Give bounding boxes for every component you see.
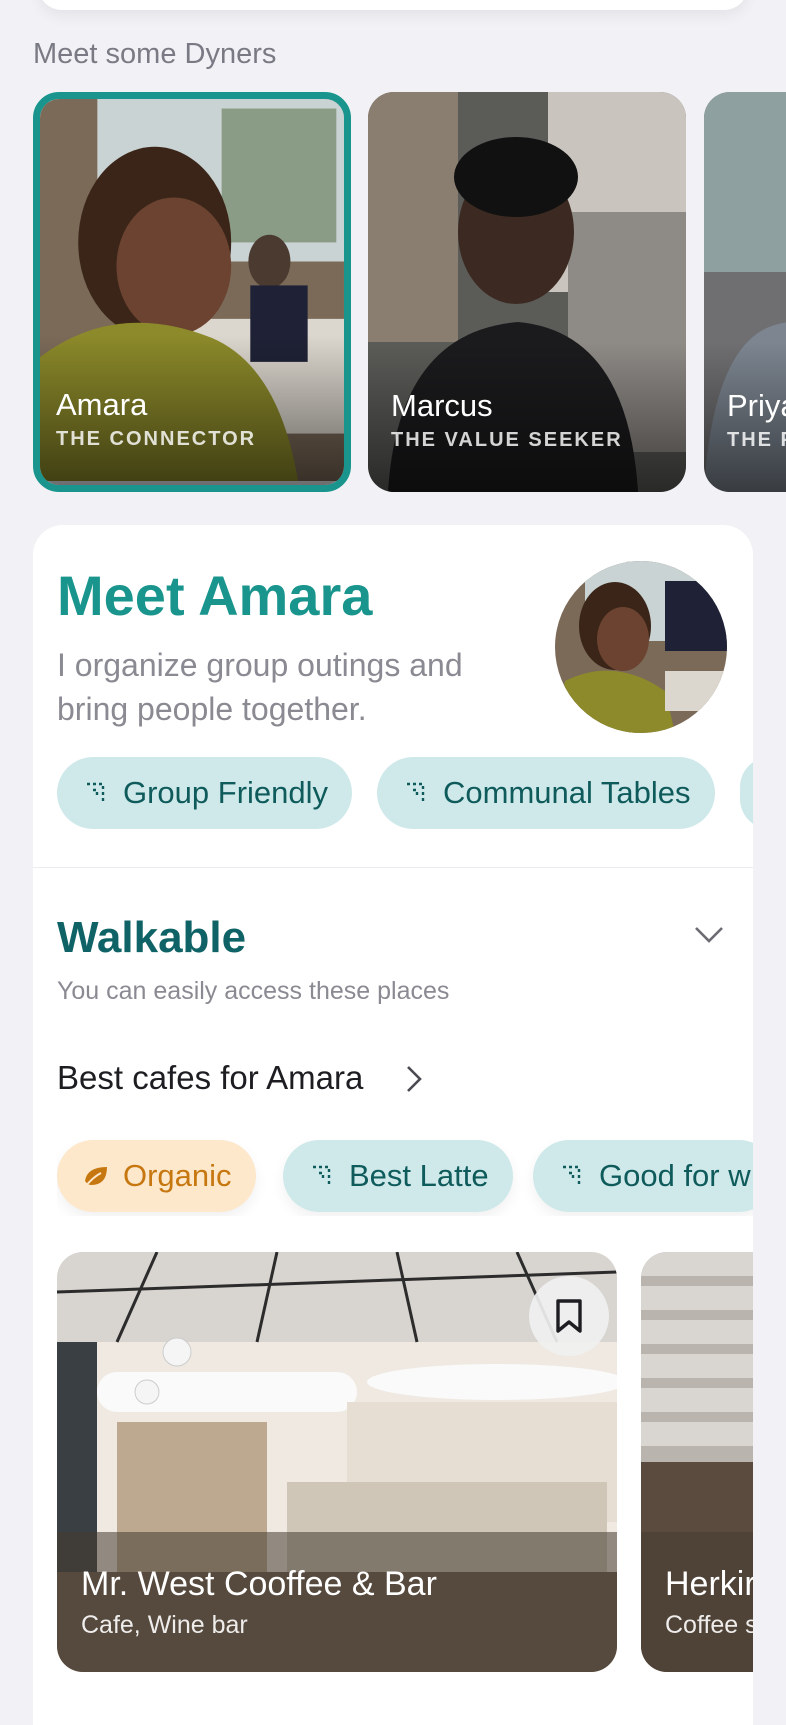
filter-chip-organic[interactable]: Organic	[57, 1140, 256, 1212]
bookmark-icon	[556, 1299, 582, 1333]
filter-label: Organic	[123, 1158, 232, 1193]
filter-chip-good-for[interactable]: Good for w	[533, 1140, 753, 1212]
avatar-photo	[555, 561, 727, 733]
best-cafes-link[interactable]: Best cafes for Amara	[57, 1059, 363, 1097]
avatar	[555, 561, 727, 733]
persona-detail-card: Meet Amara I organize group outings and …	[33, 525, 753, 1725]
tag-icon	[313, 1165, 331, 1185]
tag-icon	[407, 782, 425, 802]
section-title: Walkable	[57, 913, 247, 962]
persona-card-amara[interactable]: Amara THE CONNECTOR	[33, 92, 351, 492]
persona-description: I organize group outings and bring peopl…	[57, 647, 463, 727]
chevron-right-icon[interactable]	[403, 1063, 425, 1095]
venue-type: Cafe, Wine bar	[81, 1611, 248, 1639]
persona-role: THE P	[727, 429, 786, 451]
filter-label: Good for w	[599, 1158, 751, 1193]
persona-name: Marcus	[391, 388, 493, 423]
previous-card-edge	[38, 0, 748, 10]
bookmark-button[interactable]	[529, 1276, 609, 1356]
divider	[33, 867, 753, 868]
venue-type: Coffee s	[665, 1611, 753, 1639]
tag-label: Group Friendly	[123, 775, 329, 810]
filter-chips: Organic Best Latte Good for w	[57, 1140, 753, 1216]
section-label: Meet some Dyners	[33, 38, 277, 70]
venue-name: Herkir	[665, 1565, 753, 1603]
section-subtitle: You can easily access these places	[57, 977, 450, 1005]
tag-chip-overflow[interactable]	[740, 757, 753, 829]
filter-chip-best-latte[interactable]: Best Latte	[283, 1140, 513, 1212]
persona-tags: Group Friendly Communal Tables	[57, 757, 753, 831]
persona-role: THE CONNECTOR	[56, 428, 257, 450]
tag-icon	[563, 1165, 581, 1185]
persona-card-priya[interactable]: Priya THE P	[704, 92, 786, 492]
persona-name: Priya	[727, 388, 786, 423]
page-title: Meet Amara	[57, 564, 373, 627]
tag-chip[interactable]: Group Friendly	[57, 757, 353, 829]
persona-card-marcus[interactable]: Marcus THE VALUE SEEKER	[368, 92, 686, 492]
venue-carousel[interactable]: Mr. West Cooffee & Bar Cafe, Wine bar He…	[57, 1252, 753, 1672]
filter-label: Best Latte	[349, 1158, 489, 1193]
venue-card[interactable]: Mr. West Cooffee & Bar Cafe, Wine bar	[57, 1252, 617, 1672]
tag-label: Communal Tables	[443, 775, 691, 810]
tag-chip[interactable]: Communal Tables	[377, 757, 715, 829]
venue-name: Mr. West Cooffee & Bar	[81, 1565, 437, 1603]
persona-carousel[interactable]: Amara THE CONNECTOR Marcus THE VALUE SEE…	[0, 92, 786, 492]
persona-name: Amara	[56, 387, 148, 422]
persona-role: THE VALUE SEEKER	[391, 429, 623, 451]
venue-card[interactable]: Herkir Coffee s	[641, 1252, 753, 1672]
leaf-icon	[84, 1167, 107, 1188]
tag-icon	[87, 782, 105, 802]
chevron-down-icon[interactable]	[693, 923, 725, 947]
